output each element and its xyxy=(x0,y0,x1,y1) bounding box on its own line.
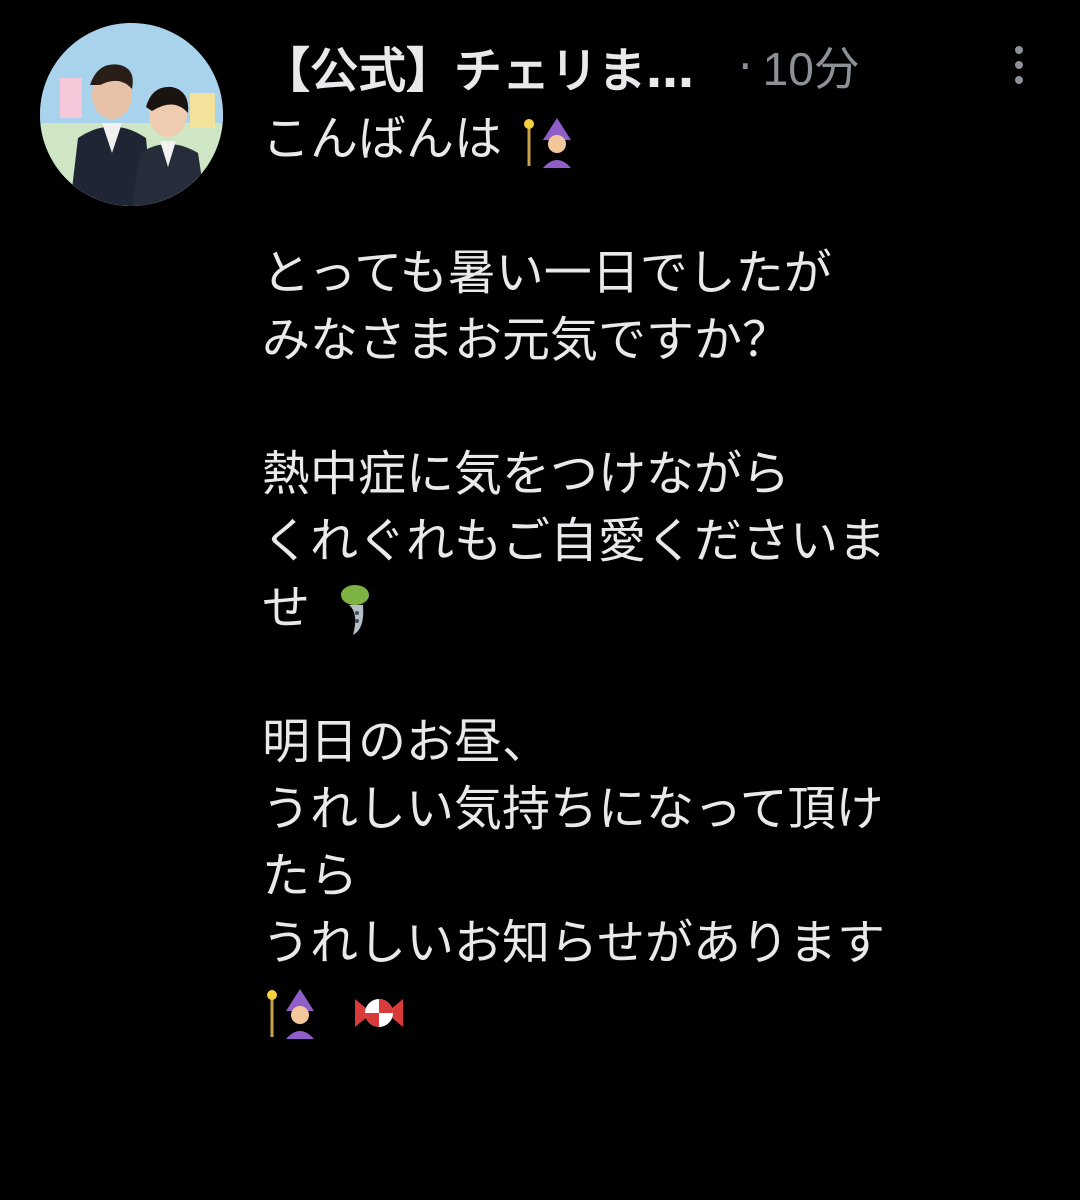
separator-dot: · xyxy=(738,39,753,93)
avatar-image xyxy=(40,23,223,206)
body-line: うれしいお知らせがあります xyxy=(262,910,1042,977)
candy-emoji xyxy=(355,999,404,1027)
author-name[interactable]: 【公式】チェリま… xyxy=(262,31,694,101)
body-line: こんばんは xyxy=(262,106,1042,173)
body-line: うれしい気持ちになって頂け xyxy=(262,776,1042,843)
body-line: 明日のお昼、 xyxy=(262,709,1042,776)
body-text: こんばんは xyxy=(262,111,503,167)
more-options-icon[interactable] xyxy=(1004,30,1034,100)
body-text: 熱中症に気をつけながら xyxy=(262,446,791,502)
avatar[interactable] xyxy=(40,23,223,206)
body-line: たら xyxy=(262,843,1042,910)
woman-mage-emoji xyxy=(524,118,572,168)
body-text: うれしい気持ちになって頂け xyxy=(262,781,884,837)
body-line xyxy=(262,977,1042,1044)
body-text: みなさまお元気ですか？ xyxy=(262,312,791,368)
body-text: とっても暑い一日でしたが xyxy=(262,245,832,301)
wind-chime-emoji xyxy=(341,585,370,635)
body-text: たら xyxy=(262,848,359,904)
body-line: 熱中症に気をつけながら xyxy=(262,441,1042,508)
body-line: とっても暑い一日でしたが xyxy=(262,240,1042,307)
post-body: こんばんは とっても暑い一日でしたが みなさまお元気ですか？ 熱中症に気をつけな… xyxy=(262,106,1042,1044)
body-text: くれぐれもご自愛くださいま xyxy=(262,513,887,569)
body-line: せ xyxy=(262,575,1042,642)
woman-mage-emoji xyxy=(267,989,314,1039)
post-header: 【公式】チェリま… · 10分 xyxy=(262,26,1040,106)
body-text: 明日のお昼、 xyxy=(262,714,551,770)
body-line: くれぐれもご自愛くださいま xyxy=(262,508,1042,575)
body-text: せ xyxy=(262,580,311,636)
body-text: うれしいお知らせがあります xyxy=(262,915,886,971)
post-timestamp[interactable]: 10分 xyxy=(763,33,860,99)
body-line: みなさまお元気ですか？ xyxy=(262,307,1042,374)
